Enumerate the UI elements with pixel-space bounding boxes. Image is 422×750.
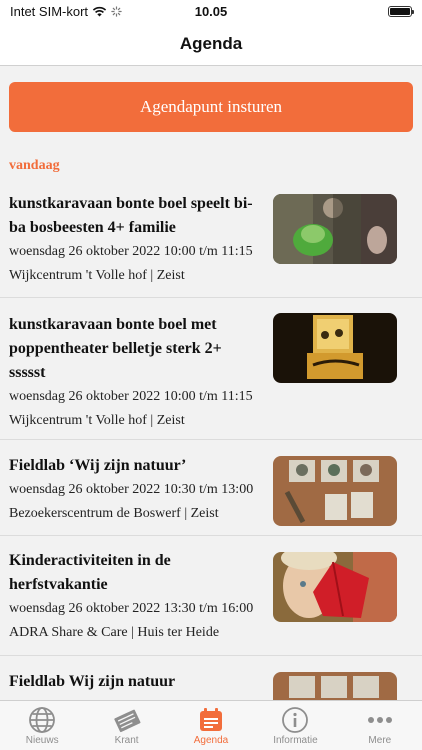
tab-agenda[interactable]: Agenda <box>169 701 253 750</box>
event-title: Fieldlab Wij zijn natuur <box>9 673 176 690</box>
event-title: Kinderactiviteiten in de herfstvakantie <box>9 552 171 593</box>
event-location: ADRA Share & Care | Huis ter Heide <box>9 625 220 640</box>
event-text: kunstkaravaan bonte boel speelt bi- ba b… <box>9 192 259 288</box>
event-date: woensdag 26 oktober 2022 10:30 t/m 13:00 <box>9 482 254 497</box>
submit-agenda-item-button[interactable]: Agendapunt insturen <box>9 82 413 132</box>
section-label-today: vandaag <box>9 158 60 173</box>
event-title: kunstkaravaan bonte boel speelt bi- ba b… <box>9 195 253 236</box>
tab-informatie[interactable]: Informatie <box>253 701 337 750</box>
tab-label: Mere <box>368 735 392 746</box>
event-item[interactable]: Fieldlab Wij zijn natuur <box>0 656 422 700</box>
event-item[interactable]: Kinderactiviteiten in de herfstvakantie … <box>0 536 422 656</box>
tab-nieuws[interactable]: Nieuws <box>0 701 84 750</box>
event-item[interactable]: Fieldlab ‘Wij zijn natuur’ woensdag 26 o… <box>0 440 422 536</box>
wifi-icon <box>92 6 107 16</box>
newspaper-icon <box>112 706 142 734</box>
event-location: Wijkcentrum 't Volle hof | Zeist <box>9 268 185 283</box>
event-thumbnail <box>273 194 397 264</box>
agenda-list[interactable]: Agendapunt insturen vandaag kunstkaravaa… <box>0 66 422 700</box>
event-location: Bezoekerscentrum de Boswerf | Zeist <box>9 506 219 521</box>
navigation-bar: Agenda <box>0 22 422 66</box>
event-thumbnail <box>273 313 397 383</box>
event-date: woensdag 26 oktober 2022 13:30 t/m 16:00 <box>9 601 254 616</box>
tab-label: Nieuws <box>25 735 59 746</box>
event-thumbnail <box>273 672 397 700</box>
tab-label: Informatie <box>273 735 318 746</box>
event-title: kunstkaravaan bonte boel met poppentheat… <box>9 316 222 381</box>
more-icon <box>365 706 395 734</box>
status-left: Intet SIM-kort <box>10 4 122 19</box>
event-title: Fieldlab ‘Wij zijn natuur’ <box>9 457 187 474</box>
event-thumbnail <box>273 552 397 622</box>
tab-bar: Nieuws Krant Agenda Informatie Mere <box>0 700 422 750</box>
tab-label: Krant <box>114 735 139 746</box>
tab-label: Agenda <box>193 735 229 746</box>
event-text: Kinderactiviteiten in de herfstvakantie … <box>9 549 259 645</box>
info-icon <box>280 706 310 734</box>
event-text: kunstkaravaan bonte boel met poppentheat… <box>9 313 259 433</box>
event-item[interactable]: kunstkaravaan bonte boel met poppentheat… <box>0 298 422 440</box>
calendar-icon <box>196 706 226 734</box>
tab-mere[interactable]: Mere <box>338 701 422 750</box>
event-date: woensdag 26 oktober 2022 10:00 t/m 11:15 <box>9 244 253 259</box>
status-right <box>388 5 414 17</box>
event-text: Fieldlab ‘Wij zijn natuur’ woensdag 26 o… <box>9 454 259 526</box>
page-title: Agenda <box>179 33 243 53</box>
event-text: Fieldlab Wij zijn natuur <box>9 670 259 694</box>
loading-spinner-icon <box>111 5 122 17</box>
tab-krant[interactable]: Krant <box>84 701 168 750</box>
carrier-label: Intet SIM-kort <box>10 3 89 19</box>
event-location: Wijkcentrum 't Volle hof | Zeist <box>9 413 185 428</box>
event-item[interactable]: kunstkaravaan bonte boel speelt bi- ba b… <box>0 182 422 298</box>
battery-icon <box>388 5 414 17</box>
globe-icon <box>27 706 57 734</box>
event-date: woensdag 26 oktober 2022 10:00 t/m 11:15 <box>9 389 253 404</box>
event-thumbnail <box>273 456 397 526</box>
status-bar: Intet SIM-kort 10.05 <box>0 0 422 22</box>
